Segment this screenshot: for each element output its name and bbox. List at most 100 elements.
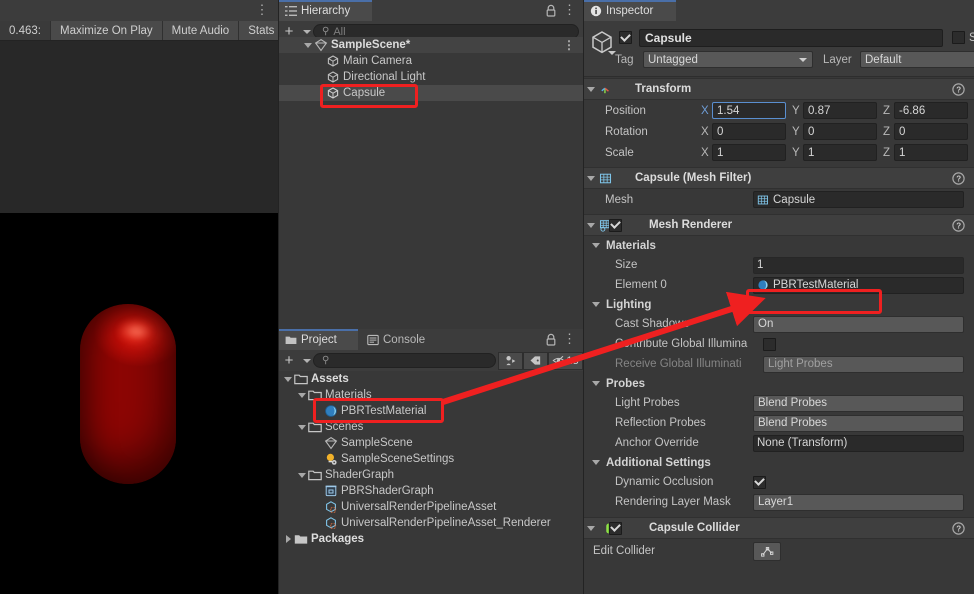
dynamic-occlusion-checkbox[interactable] <box>753 475 766 489</box>
anchor-override-object-field[interactable]: None (Transform) <box>753 434 964 452</box>
tab-inspector[interactable]: Inspector <box>583 0 676 21</box>
object-name-field[interactable]: Capsule <box>639 29 943 47</box>
foldout-lighting[interactable]: Lighting <box>583 295 974 314</box>
panel-divider-left[interactable] <box>278 0 279 594</box>
project-search-input[interactable]: ⚲ <box>313 353 496 368</box>
expand-arrow-icon[interactable] <box>302 37 314 53</box>
foldout-materials[interactable]: Materials <box>583 236 974 255</box>
component-header-transform[interactable]: Transform ? <box>583 78 974 100</box>
project-item-label: SampleScene <box>341 437 413 449</box>
expand-arrow-icon[interactable] <box>296 419 308 435</box>
position-z-input[interactable]: -6.86 <box>894 102 968 119</box>
stats-button[interactable]: Stats <box>239 21 278 40</box>
rendering-layer-mask-dropdown[interactable]: Layer1 <box>753 493 964 511</box>
rotation-x-input[interactable]: 0 <box>712 123 786 140</box>
game-scale-value[interactable]: 0.463: <box>0 21 51 40</box>
mute-audio-button[interactable]: Mute Audio <box>162 21 240 40</box>
project-row-scenes[interactable]: Scenes <box>278 419 583 435</box>
expand-arrow-icon[interactable] <box>296 387 308 403</box>
expand-arrow-icon[interactable] <box>583 81 599 97</box>
help-icon[interactable]: ? <box>952 83 965 96</box>
help-icon[interactable]: ? <box>952 172 965 185</box>
hierarchy-row-directional-light[interactable]: Directional Light <box>278 69 583 85</box>
static-checkbox[interactable] <box>952 31 965 44</box>
expand-arrow-icon[interactable] <box>589 297 603 313</box>
hierarchy-kebab-icon[interactable]: ⋮ <box>563 3 576 18</box>
project-row-packages[interactable]: Packages <box>278 531 583 547</box>
expand-arrow-icon[interactable] <box>589 238 603 254</box>
hidden-count-button[interactable]: 13 <box>548 351 583 370</box>
project-add-button[interactable]: + <box>278 352 300 370</box>
light-probes-dropdown[interactable]: Blend Probes <box>753 394 964 412</box>
avatar-mask-icon[interactable] <box>498 351 523 370</box>
element0-object-field[interactable]: PBRTestMaterial <box>753 276 964 294</box>
console-icon <box>367 334 379 346</box>
project-row-shadergraph-folder[interactable]: ShaderGraph <box>278 467 583 483</box>
project-row-assets[interactable]: Assets <box>278 371 583 387</box>
component-header-mesh-renderer[interactable]: Mesh Renderer ? <box>583 214 974 236</box>
expand-arrow-icon[interactable] <box>583 520 599 536</box>
project-tabstrip: Project Console ⋮ <box>278 329 583 350</box>
game-view-render[interactable] <box>0 213 278 594</box>
position-x-input[interactable]: 1.54 <box>712 102 786 119</box>
scale-x-input[interactable]: 1 <box>712 144 786 161</box>
hierarchy-lock-icon[interactable] <box>545 4 557 17</box>
edit-collider-button[interactable] <box>753 541 781 561</box>
mesh-renderer-enabled-checkbox[interactable] <box>609 218 622 232</box>
project-row-pbrshadergraph[interactable]: PBRShaderGraph <box>278 483 583 499</box>
scale-y-input[interactable]: 1 <box>803 144 877 161</box>
scale-z-input[interactable]: 1 <box>894 144 968 161</box>
panel-divider-right[interactable] <box>583 0 584 594</box>
tag-dropdown[interactable]: Untagged <box>643 51 813 68</box>
rotation-z-input[interactable]: 0 <box>894 123 968 140</box>
expand-arrow-icon[interactable] <box>296 467 308 483</box>
project-row-samplescenesettings[interactable]: SampleSceneSettings <box>278 451 583 467</box>
collapse-arrow-icon[interactable] <box>282 531 294 547</box>
project-row-urp-asset[interactable]: {} UniversalRenderPipelineAsset <box>278 499 583 515</box>
position-y-input[interactable]: 0.87 <box>803 102 877 119</box>
hierarchy-row-main-camera[interactable]: Main Camera <box>278 53 583 69</box>
rotation-y-input[interactable]: 0 <box>803 123 877 140</box>
tab-console[interactable]: Console <box>360 329 446 350</box>
rendered-capsule-object <box>80 304 176 484</box>
object-enabled-checkbox[interactable] <box>619 31 632 44</box>
expand-arrow-icon[interactable] <box>589 376 603 392</box>
project-lock-icon[interactable] <box>545 333 557 346</box>
expand-arrow-icon[interactable] <box>583 217 599 233</box>
hierarchy-tree[interactable]: SampleScene* ⋮ Main Camera Directional L… <box>278 37 583 329</box>
scene-kebab-icon[interactable]: ⋮ <box>563 38 575 52</box>
mesh-object-field[interactable]: Capsule <box>753 191 964 208</box>
project-tree[interactable]: Assets Materials PBRTestMaterial Scenes … <box>278 371 583 594</box>
expand-arrow-icon[interactable] <box>583 170 599 186</box>
inspector-object-header: Capsule S Tag Untagged Layer Default <box>583 21 974 77</box>
anchor-override-label: Anchor Override <box>615 437 699 449</box>
game-view-kebab-icon[interactable]: ⋮ <box>255 3 269 18</box>
expand-arrow-icon[interactable] <box>282 371 294 387</box>
hierarchy-row-capsule[interactable]: Capsule <box>278 85 583 101</box>
layer-dropdown[interactable]: Default <box>860 51 974 68</box>
component-header-capsule-collider[interactable]: Capsule Collider ? <box>583 517 974 539</box>
project-row-samplescene[interactable]: SampleScene <box>278 435 583 451</box>
project-add-dropdown-icon[interactable] <box>300 352 313 370</box>
contribute-gi-checkbox[interactable] <box>763 337 776 351</box>
project-row-materials[interactable]: Materials <box>278 387 583 403</box>
foldout-probes[interactable]: Probes <box>583 374 974 393</box>
cast-shadows-dropdown[interactable]: On <box>753 315 964 333</box>
tab-project[interactable]: Project <box>278 329 358 350</box>
maximize-on-play-button[interactable]: Maximize On Play <box>50 21 163 40</box>
help-icon[interactable]: ? <box>952 522 965 535</box>
materials-size-input[interactable]: 1 <box>753 256 964 274</box>
expand-arrow-icon[interactable] <box>589 455 603 471</box>
foldout-additional-settings[interactable]: Additional Settings <box>583 453 974 472</box>
tab-hierarchy[interactable]: Hierarchy <box>278 0 372 21</box>
project-row-urp-renderer[interactable]: {} UniversalRenderPipelineAsset_Renderer <box>278 515 583 531</box>
label-tag-icon[interactable] <box>523 351 548 370</box>
help-icon[interactable]: ? <box>952 219 965 232</box>
project-kebab-icon[interactable]: ⋮ <box>563 332 576 347</box>
component-header-mesh-filter[interactable]: Capsule (Mesh Filter) ? <box>583 167 974 189</box>
folder-open-icon <box>308 388 322 402</box>
project-row-pbrtestmaterial[interactable]: PBRTestMaterial <box>278 403 583 419</box>
capsule-collider-enabled-checkbox[interactable] <box>609 521 622 535</box>
reflection-probes-dropdown[interactable]: Blend Probes <box>753 414 964 432</box>
hierarchy-row-samplescene[interactable]: SampleScene* ⋮ <box>278 37 583 53</box>
